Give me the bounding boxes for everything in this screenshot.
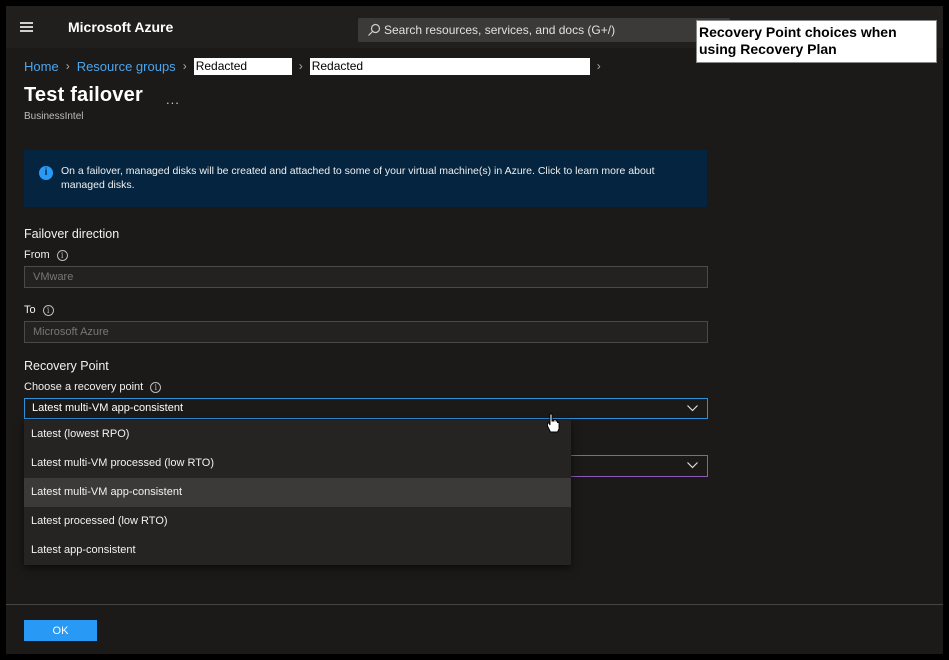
hand-cursor-icon xyxy=(547,413,560,433)
info-tooltip-icon[interactable]: i xyxy=(42,304,54,316)
from-label: From i xyxy=(24,249,68,261)
choose-recovery-label: Choose a recovery point i xyxy=(24,381,162,393)
global-search[interactable] xyxy=(358,18,730,42)
recovery-point-heading: Recovery Point xyxy=(24,359,109,373)
to-field: Microsoft Azure xyxy=(24,321,708,343)
secondary-select[interactable] xyxy=(566,455,708,477)
from-field: VMware xyxy=(24,266,708,288)
chevron-right-icon: › xyxy=(298,59,303,73)
dropdown-option[interactable]: Latest app-consistent xyxy=(24,536,571,565)
recovery-point-selected: Latest multi-VM app-consistent xyxy=(32,402,184,414)
more-options-icon[interactable]: ... xyxy=(166,92,180,107)
chevron-right-icon: › xyxy=(596,59,601,73)
info-banner-text[interactable]: On a failover, managed disks will be cre… xyxy=(61,164,691,192)
brand-title[interactable]: Microsoft Azure xyxy=(68,19,173,35)
recovery-point-dropdown: Latest (lowest RPO) Latest multi-VM proc… xyxy=(24,420,571,565)
breadcrumb-home[interactable]: Home xyxy=(24,59,59,74)
page-header: Test failover ... xyxy=(24,84,179,107)
ok-button[interactable]: OK xyxy=(24,620,97,641)
to-label: To i xyxy=(24,304,54,316)
annotation-callout: Recovery Point choices when using Recove… xyxy=(696,20,937,63)
search-input[interactable] xyxy=(384,18,714,42)
from-label-text: From xyxy=(24,249,50,261)
failover-direction-heading: Failover direction xyxy=(24,227,120,241)
dropdown-option[interactable]: Latest multi-VM processed (low RTO) xyxy=(24,449,571,478)
page-title: Test failover xyxy=(24,84,143,106)
info-tooltip-icon[interactable]: i xyxy=(150,381,162,393)
recovery-point-select[interactable]: Latest multi-VM app-consistent xyxy=(24,398,708,419)
footer-divider xyxy=(6,604,943,605)
hamburger-menu-icon[interactable] xyxy=(18,18,36,36)
breadcrumb: Home › Resource groups › Redacted › Reda… xyxy=(24,56,608,76)
search-icon xyxy=(368,23,381,36)
breadcrumb-resource-groups[interactable]: Resource groups xyxy=(77,59,176,74)
chevron-down-icon xyxy=(687,462,698,469)
breadcrumb-redacted-1[interactable]: Redacted xyxy=(193,57,292,75)
chevron-right-icon: › xyxy=(182,59,187,73)
chevron-right-icon: › xyxy=(65,59,70,73)
dropdown-option[interactable]: Latest (lowest RPO) xyxy=(24,420,571,449)
info-banner[interactable]: i On a failover, managed disks will be c… xyxy=(24,150,707,207)
page-subtitle: BusinessIntel xyxy=(24,111,84,122)
dropdown-option[interactable]: Latest processed (low RTO) xyxy=(24,507,571,536)
info-tooltip-icon[interactable]: i xyxy=(56,249,68,261)
dropdown-option-selected[interactable]: Latest multi-VM app-consistent xyxy=(24,478,571,507)
azure-portal-window: Microsoft Azure Recovery Point choices w… xyxy=(6,6,943,654)
choose-recovery-label-text: Choose a recovery point xyxy=(24,381,144,393)
breadcrumb-redacted-2[interactable]: Redacted xyxy=(309,57,590,75)
info-icon: i xyxy=(39,166,53,180)
chevron-down-icon xyxy=(687,405,698,412)
to-label-text: To xyxy=(24,304,36,316)
